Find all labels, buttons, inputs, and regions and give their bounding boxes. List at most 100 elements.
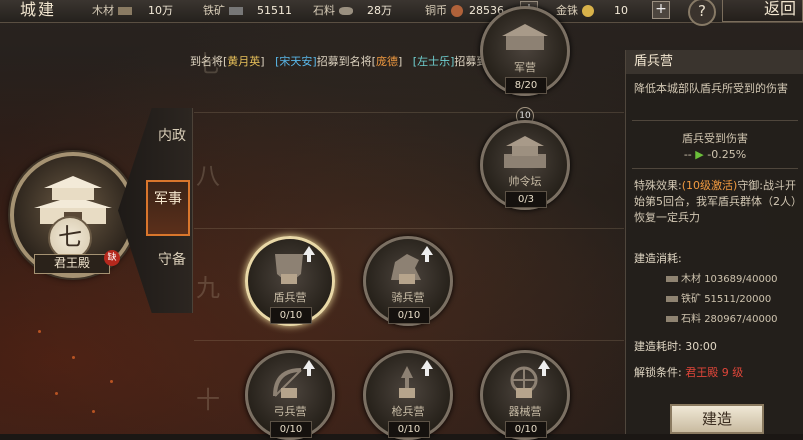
ember-particle	[92, 410, 95, 413]
ember-particle	[110, 380, 113, 383]
building-dunbingying[interactable]: 盾兵营 0/10	[245, 236, 335, 326]
row-number-10: 十	[196, 386, 220, 414]
resource-value: 51511	[257, 4, 292, 17]
building-gongbingying[interactable]: 弓兵营 0/10	[245, 350, 335, 440]
shield-icon	[275, 254, 303, 284]
resource-value: 10万	[148, 4, 173, 17]
row-number-8: 八	[196, 162, 220, 190]
ticker-highlight: 黄月英	[227, 55, 261, 68]
cost-item-value: 103689/40000	[704, 274, 778, 285]
row-number-top: 七	[196, 50, 220, 78]
ember-particle	[72, 356, 75, 359]
upgrade-arrow-icon	[303, 360, 315, 376]
unlock-label: 解锁条件:	[634, 366, 682, 379]
upgrade-arrow-icon	[538, 360, 550, 376]
command-altar-icon	[504, 136, 546, 168]
ember-particle	[38, 330, 41, 333]
upgrade-arrow-icon	[421, 246, 433, 262]
building-qixieying[interactable]: 器械营 0/10	[480, 350, 570, 440]
add-gold-button[interactable]: +	[652, 1, 670, 19]
broadcast-ticker: 到名将[黄月英] [宋天安]招募到名将[庞德] [左士乐]招募到名	[190, 53, 498, 69]
resource-stone: 石料 28万	[313, 2, 392, 19]
build-button[interactable]: 建造	[670, 404, 764, 434]
iron-icon	[229, 7, 243, 15]
tab-junshi[interactable]: 军事	[146, 180, 190, 236]
ember-particle	[55, 392, 58, 395]
resource-wood: 木材 10万	[92, 2, 173, 19]
resource-iron: 铁矿 51511	[203, 2, 292, 19]
barracks-icon	[502, 24, 548, 50]
building-count: 0/10	[270, 421, 312, 438]
lack-badge: 缺	[104, 250, 120, 266]
cost-item-value: 280967/40000	[704, 314, 778, 325]
stone-icon	[339, 7, 353, 15]
divider	[632, 120, 798, 121]
upgrade-arrow-icon	[303, 246, 315, 262]
resource-label: 木材	[92, 4, 114, 17]
building-detail-panel: 盾兵营 降低本城部队盾兵所受到的伤害 盾兵受到伤害 -- ▶ -0.25% 特殊…	[625, 50, 803, 434]
palace-name: 君王殿	[34, 254, 110, 274]
unlock-condition: 解锁条件: 君王殿 9 级	[634, 364, 743, 380]
time-label: 建造耗时:	[634, 340, 682, 353]
building-name: 帅令坛	[508, 175, 542, 188]
cost-label: 建造消耗:	[634, 252, 682, 265]
building-count: 0/10	[388, 307, 430, 324]
building-count: 0/3	[505, 191, 547, 208]
ticker-highlight: 庞德	[375, 55, 398, 68]
building-name: 军营	[514, 61, 536, 74]
unlock-value: 君王殿 9 级	[685, 366, 744, 379]
horse-icon	[391, 254, 421, 284]
row-divider	[194, 228, 624, 229]
stone-icon	[666, 316, 678, 322]
building-count: 0/10	[388, 421, 430, 438]
building-description: 降低本城部队盾兵所受到的伤害	[634, 82, 788, 95]
iron-icon	[666, 296, 678, 302]
effect-value: -- ▶ -0.25%	[626, 148, 803, 161]
divider	[632, 168, 798, 169]
building-name: 弓兵营	[273, 405, 307, 418]
building-name: 器械营	[508, 405, 542, 418]
building-count: 0/10	[505, 421, 547, 438]
page-title: 城建	[20, 0, 57, 19]
row-number-9: 九	[196, 274, 220, 302]
upgrade-arrow-icon	[421, 360, 433, 376]
row-divider	[194, 112, 624, 113]
gold-coin-icon	[582, 5, 594, 17]
back-button[interactable]: 返回	[722, 0, 803, 22]
building-qiangbingying[interactable]: 枪兵营 0/10	[363, 350, 453, 440]
resource-label: 铜币	[425, 4, 447, 17]
special-label: 特殊效果:	[634, 179, 682, 192]
building-junying[interactable]: 军营 8/20	[480, 6, 570, 96]
cost-item-label: 石料	[681, 314, 701, 325]
build-time: 建造耗时: 30:00	[634, 338, 717, 354]
ticker-text: ]	[397, 55, 403, 68]
special-effect: 特殊效果:(10级激活)守御:战斗开始第5回合，我军盾兵群体（2人）恢复一定兵力	[634, 178, 802, 226]
effect-title: 盾兵受到伤害	[682, 132, 748, 145]
building-name: 骑兵营	[391, 291, 425, 304]
effect-current: --	[683, 148, 692, 161]
top-resource-bar: 城建 木材10万 铁矿51511 石料28万 铜币28536 + 金铢10 + …	[0, 0, 803, 26]
cost-item-value: 51511/20000	[704, 294, 772, 305]
help-button[interactable]: ?	[688, 0, 716, 26]
spear-icon	[399, 366, 415, 398]
building-count: 8/20	[505, 77, 547, 94]
tab-shoubei[interactable]: 守备	[150, 252, 194, 292]
time-value: 30:00	[685, 340, 717, 353]
building-shuailingtan[interactable]: 帅令坛 0/3	[480, 120, 570, 210]
resource-label: 石料	[313, 4, 335, 17]
resource-value: 10	[614, 4, 628, 17]
cost-stone: 石料 280967/40000	[666, 310, 778, 325]
cost-wood: 木材 103689/40000	[666, 270, 778, 285]
arrow-right-icon: ▶	[695, 148, 704, 161]
tab-neizheng[interactable]: 内政	[150, 128, 194, 168]
wood-icon	[666, 276, 678, 282]
building-name: 枪兵营	[391, 405, 425, 418]
copper-coin-icon	[451, 5, 463, 17]
building-count: 0/10	[270, 307, 312, 324]
bow-icon	[273, 368, 302, 398]
cost-item-label: 铁矿	[681, 294, 701, 305]
resource-value: 28万	[367, 4, 392, 17]
ticker-player-name: [左士乐]	[412, 55, 455, 68]
building-qibingying[interactable]: 骑兵营 0/10	[363, 236, 453, 326]
resource-label: 铁矿	[203, 4, 225, 17]
